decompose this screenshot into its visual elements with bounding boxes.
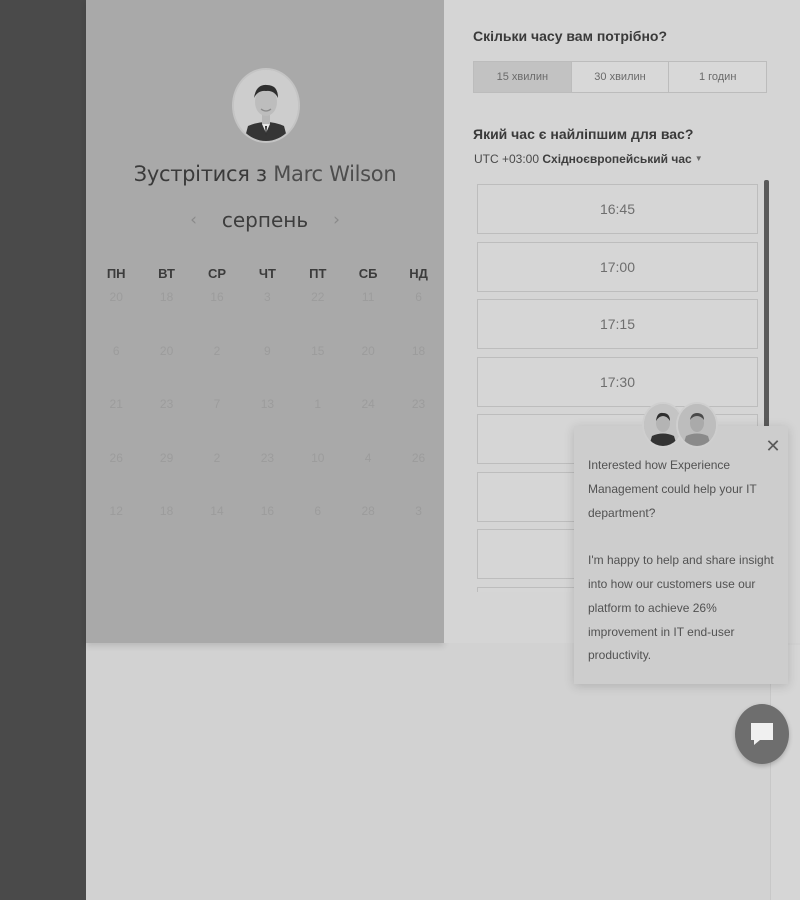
calendar-card: Зустрітися з Marc Wilson ‹ серпень › ПН … <box>86 0 444 643</box>
calendar-day[interactable]: 3 <box>242 290 292 304</box>
calendar-day[interactable]: 28 <box>343 504 393 518</box>
calendar-day[interactable]: 23 <box>242 451 292 465</box>
calendar-day[interactable]: 9 <box>242 344 292 358</box>
time-slot-scrollbar[interactable] <box>764 180 769 430</box>
calendar-day[interactable]: 22 <box>293 290 343 304</box>
calendar-day[interactable]: 20 <box>91 290 141 304</box>
month-navigation: ‹ серпень › <box>86 208 444 232</box>
agent-avatar-2 <box>676 402 718 448</box>
weekday-label: СБ <box>358 266 378 281</box>
host-avatar <box>232 68 300 143</box>
calendar-week-row: 21 23 7 13 1 24 23 <box>91 397 443 451</box>
timezone-name: Східноєвропейський час <box>542 152 692 166</box>
calendar-day[interactable]: 2 <box>192 451 242 465</box>
calendar-day[interactable]: 7 <box>192 397 242 411</box>
calendar-week-row: 26 29 2 23 10 4 26 <box>91 451 443 505</box>
calendar-day[interactable]: 20 <box>343 344 393 358</box>
host-name: Marc Wilson <box>273 162 397 186</box>
calendar-day[interactable]: 26 <box>393 451 443 465</box>
calendar-day[interactable]: 26 <box>91 451 141 465</box>
calendar-day[interactable]: 6 <box>393 290 443 304</box>
weekday-label: ВТ <box>158 266 175 281</box>
calendar-day[interactable]: 23 <box>141 397 191 411</box>
calendar-week-row: 20 18 16 3 22 11 6 <box>91 290 443 344</box>
calendar-grid: ПН ВТ СР ЧТ ПТ СБ НД 20 18 16 3 22 11 6 6 20 2 9 15… <box>91 266 443 558</box>
duration-selector: 15 хвилин 30 хвилин 1 годин <box>473 61 767 93</box>
calendar-day[interactable]: 18 <box>141 504 191 518</box>
calendar-week-row: 12 18 14 16 6 28 3 <box>91 504 443 558</box>
calendar-day[interactable]: 13 <box>242 397 292 411</box>
calendar-day[interactable]: 14 <box>192 504 242 518</box>
meeting-title-prefix: Зустрітися з <box>133 162 267 186</box>
weekday-header: ПН ВТ СР ЧТ ПТ СБ НД <box>91 266 443 281</box>
calendar-day[interactable]: 3 <box>393 504 443 518</box>
weekday-label: ЧТ <box>258 266 276 281</box>
calendar-day[interactable]: 20 <box>141 344 191 358</box>
chat-popup: Interested how Experience Management cou… <box>574 426 788 684</box>
weekday-label: НД <box>409 266 428 281</box>
time-slot-button[interactable]: 17:15 <box>477 299 758 349</box>
popup-message-2: I'm happy to help and share insight into… <box>588 553 774 663</box>
chevron-left-icon[interactable]: ‹ <box>184 210 204 230</box>
time-slot-button[interactable]: 17:00 <box>477 241 758 292</box>
duration-option-30[interactable]: 30 хвилин <box>572 62 670 92</box>
weekday-label: ПТ <box>309 266 327 281</box>
calendar-day[interactable]: 15 <box>293 344 343 358</box>
calendar-day[interactable]: 1 <box>293 397 343 411</box>
calendar-day[interactable]: 10 <box>293 451 343 465</box>
timezone-offset: UTC +03:00 <box>474 152 540 166</box>
caret-down-icon: ▼ <box>694 154 703 163</box>
weekday-label: ПН <box>106 266 126 281</box>
time-question: Який час є найліпшим для вас? <box>473 126 694 142</box>
calendar-day[interactable]: 6 <box>91 344 141 358</box>
calendar-day[interactable]: 16 <box>242 504 292 518</box>
time-slot-button[interactable]: 17:30 <box>477 356 758 407</box>
calendar-day[interactable]: 6 <box>293 504 343 518</box>
calendar-day[interactable]: 12 <box>91 504 141 518</box>
chat-bubble-icon <box>751 723 773 745</box>
time-slot-button[interactable]: 16:45 <box>477 184 758 234</box>
timezone-dropdown[interactable]: UTC +03:00 Східноєвропейський час ▼ <box>474 152 703 166</box>
calendar-day[interactable]: 18 <box>141 290 191 304</box>
calendar-day[interactable]: 24 <box>343 397 393 411</box>
calendar-day[interactable]: 18 <box>393 344 443 358</box>
chat-launcher-button[interactable] <box>735 704 789 764</box>
meeting-title: Зустрітися з Marc Wilson <box>86 162 444 186</box>
duration-question: Скільки часу вам потрібно? <box>473 28 668 44</box>
calendar-day[interactable]: 11 <box>343 290 393 304</box>
duration-option-15[interactable]: 15 хвилин <box>474 62 572 92</box>
calendar-day[interactable]: 4 <box>343 451 393 465</box>
calendar-week-row: 6 20 2 9 15 20 18 <box>91 344 443 398</box>
chevron-right-icon[interactable]: › <box>326 210 346 230</box>
duration-option-60[interactable]: 1 годин <box>669 62 766 92</box>
calendar-day[interactable]: 21 <box>91 397 141 411</box>
calendar-day[interactable]: 23 <box>393 397 443 411</box>
close-icon[interactable]: ✕ <box>763 436 783 456</box>
calendar-days: 20 18 16 3 22 11 6 6 20 2 9 15 20 18 21 23 7 13 1 24 23 26 29 2… <box>91 290 443 558</box>
weekday-label: СР <box>207 266 226 281</box>
calendar-day[interactable]: 16 <box>192 290 242 304</box>
calendar-day[interactable]: 2 <box>192 344 242 358</box>
popup-message-1: Interested how Experience Management cou… <box>588 458 757 520</box>
month-label: серпень <box>221 208 309 232</box>
calendar-day[interactable]: 29 <box>141 451 191 465</box>
